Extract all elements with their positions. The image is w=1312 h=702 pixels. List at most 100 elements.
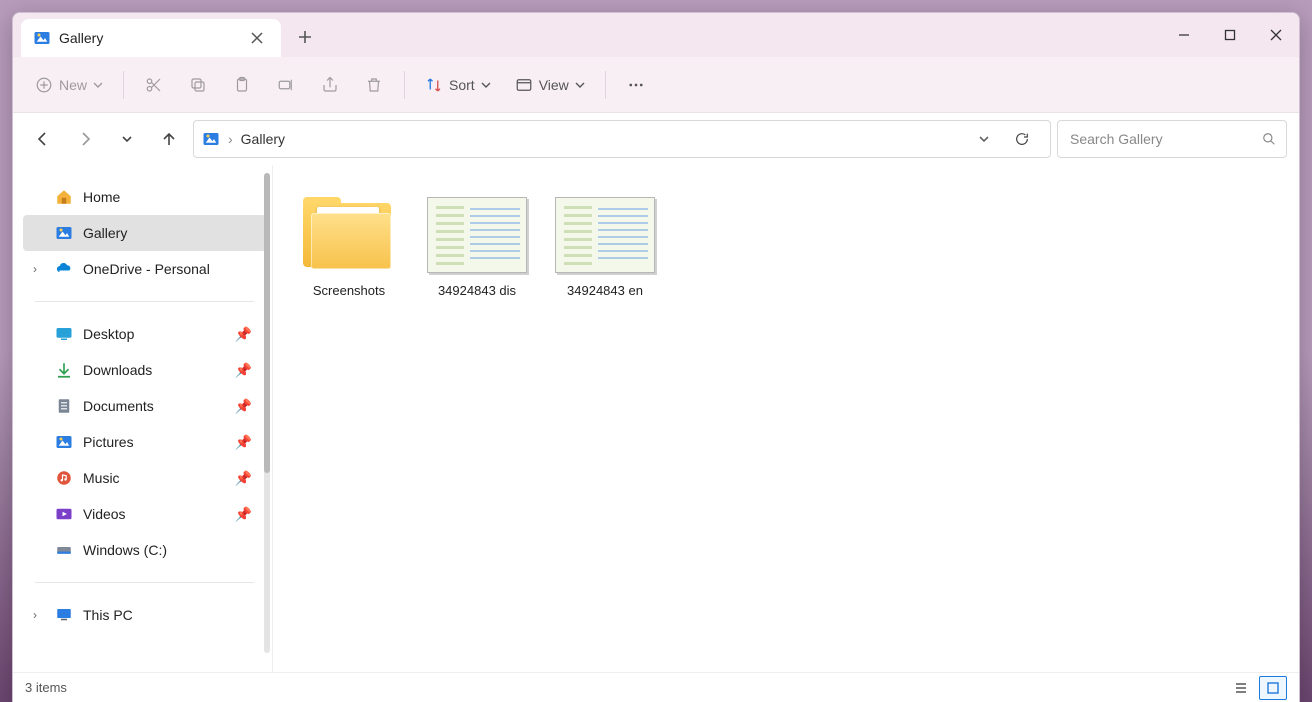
scissors-icon — [145, 76, 163, 94]
address-history-button[interactable] — [978, 133, 1006, 145]
sidebar-item-label: Home — [83, 189, 120, 205]
sidebar-item-label: Pictures — [83, 434, 134, 450]
videos-icon — [55, 505, 73, 523]
sidebar-scrollbar-thumb[interactable] — [264, 173, 270, 473]
expand-icon[interactable]: › — [33, 262, 37, 276]
window-minimize-button[interactable] — [1161, 13, 1207, 57]
gallery-icon — [55, 224, 73, 242]
expand-icon[interactable]: › — [33, 608, 37, 622]
sidebar-item-music[interactable]: Music 📌 — [23, 460, 266, 496]
new-label: New — [59, 77, 87, 93]
item-name: 34924843 dis — [438, 283, 516, 298]
sidebar-item-videos[interactable]: Videos 📌 — [23, 496, 266, 532]
sidebar-item-label: Videos — [83, 506, 126, 522]
sidebar-item-drive-c[interactable]: Windows (C:) — [23, 532, 266, 568]
pictures-icon — [55, 433, 73, 451]
nav-bar: › Gallery — [13, 113, 1299, 165]
sort-button[interactable]: Sort — [415, 67, 501, 103]
up-button[interactable] — [151, 121, 187, 157]
image-item[interactable]: 34924843 en — [547, 189, 663, 304]
view-button[interactable]: View — [505, 67, 595, 103]
share-icon — [321, 76, 339, 94]
breadcrumb-separator-icon: › — [228, 131, 233, 147]
documents-icon — [55, 397, 73, 415]
rename-button[interactable] — [266, 67, 306, 103]
sidebar-item-pictures[interactable]: Pictures 📌 — [23, 424, 266, 460]
sidebar-item-documents[interactable]: Documents 📌 — [23, 388, 266, 424]
sidebar-item-gallery[interactable]: Gallery — [23, 215, 266, 251]
pin-icon: 📌 — [235, 434, 252, 451]
sidebar-item-this-pc[interactable]: › This PC — [23, 597, 266, 633]
folder-item[interactable]: Screenshots — [291, 189, 407, 304]
image-item[interactable]: 34924843 dis — [419, 189, 535, 304]
window-controls — [1161, 13, 1299, 57]
toolbar-separator — [404, 71, 405, 99]
delete-button[interactable] — [354, 67, 394, 103]
sidebar-item-onedrive[interactable]: › OneDrive - Personal — [23, 251, 266, 287]
sidebar-item-desktop[interactable]: Desktop 📌 — [23, 316, 266, 352]
more-button[interactable] — [616, 67, 656, 103]
sidebar-item-label: This PC — [83, 607, 133, 623]
sidebar-item-downloads[interactable]: Downloads 📌 — [23, 352, 266, 388]
pin-icon: 📌 — [235, 362, 252, 379]
this-pc-icon — [55, 606, 73, 624]
sidebar-item-label: OneDrive - Personal — [83, 261, 210, 277]
toolbar-separator — [605, 71, 606, 99]
pin-icon: 📌 — [235, 506, 252, 523]
pin-icon: 📌 — [235, 326, 252, 343]
chevron-down-icon — [93, 80, 103, 90]
image-thumbnail — [425, 195, 529, 275]
trash-icon — [365, 76, 383, 94]
explorer-body: Home Gallery › OneDrive - Personal Deskt… — [13, 165, 1299, 672]
copy-button[interactable] — [178, 67, 218, 103]
new-button[interactable]: New — [25, 67, 113, 103]
new-tab-button[interactable] — [287, 19, 323, 55]
share-button[interactable] — [310, 67, 350, 103]
sidebar-item-label: Music — [83, 470, 120, 486]
cut-button[interactable] — [134, 67, 174, 103]
sidebar-item-label: Downloads — [83, 362, 152, 378]
sidebar-item-label: Desktop — [83, 326, 134, 342]
sidebar-divider — [35, 301, 254, 302]
breadcrumb-location[interactable]: Gallery — [241, 131, 285, 147]
clipboard-icon — [233, 76, 251, 94]
command-bar: New Sort View — [13, 57, 1299, 113]
paste-button[interactable] — [222, 67, 262, 103]
thumbnails-view-button[interactable] — [1259, 676, 1287, 700]
chevron-down-icon — [575, 80, 585, 90]
search-box[interactable] — [1057, 120, 1287, 158]
sidebar-item-home[interactable]: Home — [23, 179, 266, 215]
toolbar-separator — [123, 71, 124, 99]
window-maximize-button[interactable] — [1207, 13, 1253, 57]
sidebar-item-label: Windows (C:) — [83, 542, 167, 558]
sort-icon — [425, 76, 443, 94]
view-icon — [515, 76, 533, 94]
details-view-button[interactable] — [1227, 676, 1255, 700]
navigation-pane: Home Gallery › OneDrive - Personal Deskt… — [13, 165, 273, 672]
home-icon — [55, 188, 73, 206]
back-button[interactable] — [25, 121, 61, 157]
search-input[interactable] — [1068, 130, 1262, 148]
address-bar[interactable]: › Gallery — [193, 120, 1051, 158]
search-icon — [1262, 132, 1276, 146]
recent-locations-button[interactable] — [109, 121, 145, 157]
forward-button[interactable] — [67, 121, 103, 157]
onedrive-icon — [55, 260, 73, 278]
tab-title: Gallery — [59, 30, 245, 46]
items-view[interactable]: Screenshots 34924843 dis 34924843 en — [273, 165, 1299, 672]
chevron-down-icon — [481, 80, 491, 90]
downloads-icon — [55, 361, 73, 379]
tab-bar: Gallery — [13, 13, 1299, 57]
sidebar-divider — [35, 582, 254, 583]
plus-circle-icon — [35, 76, 53, 94]
sort-label: Sort — [449, 77, 475, 93]
copy-icon — [189, 76, 207, 94]
window-close-button[interactable] — [1253, 13, 1299, 57]
refresh-button[interactable] — [1014, 131, 1042, 147]
tab-close-button[interactable] — [245, 26, 269, 50]
status-bar: 3 items — [13, 672, 1299, 702]
ellipsis-icon — [627, 76, 645, 94]
desktop-icon — [55, 325, 73, 343]
image-thumbnail — [553, 195, 657, 275]
tab-gallery[interactable]: Gallery — [21, 19, 281, 57]
